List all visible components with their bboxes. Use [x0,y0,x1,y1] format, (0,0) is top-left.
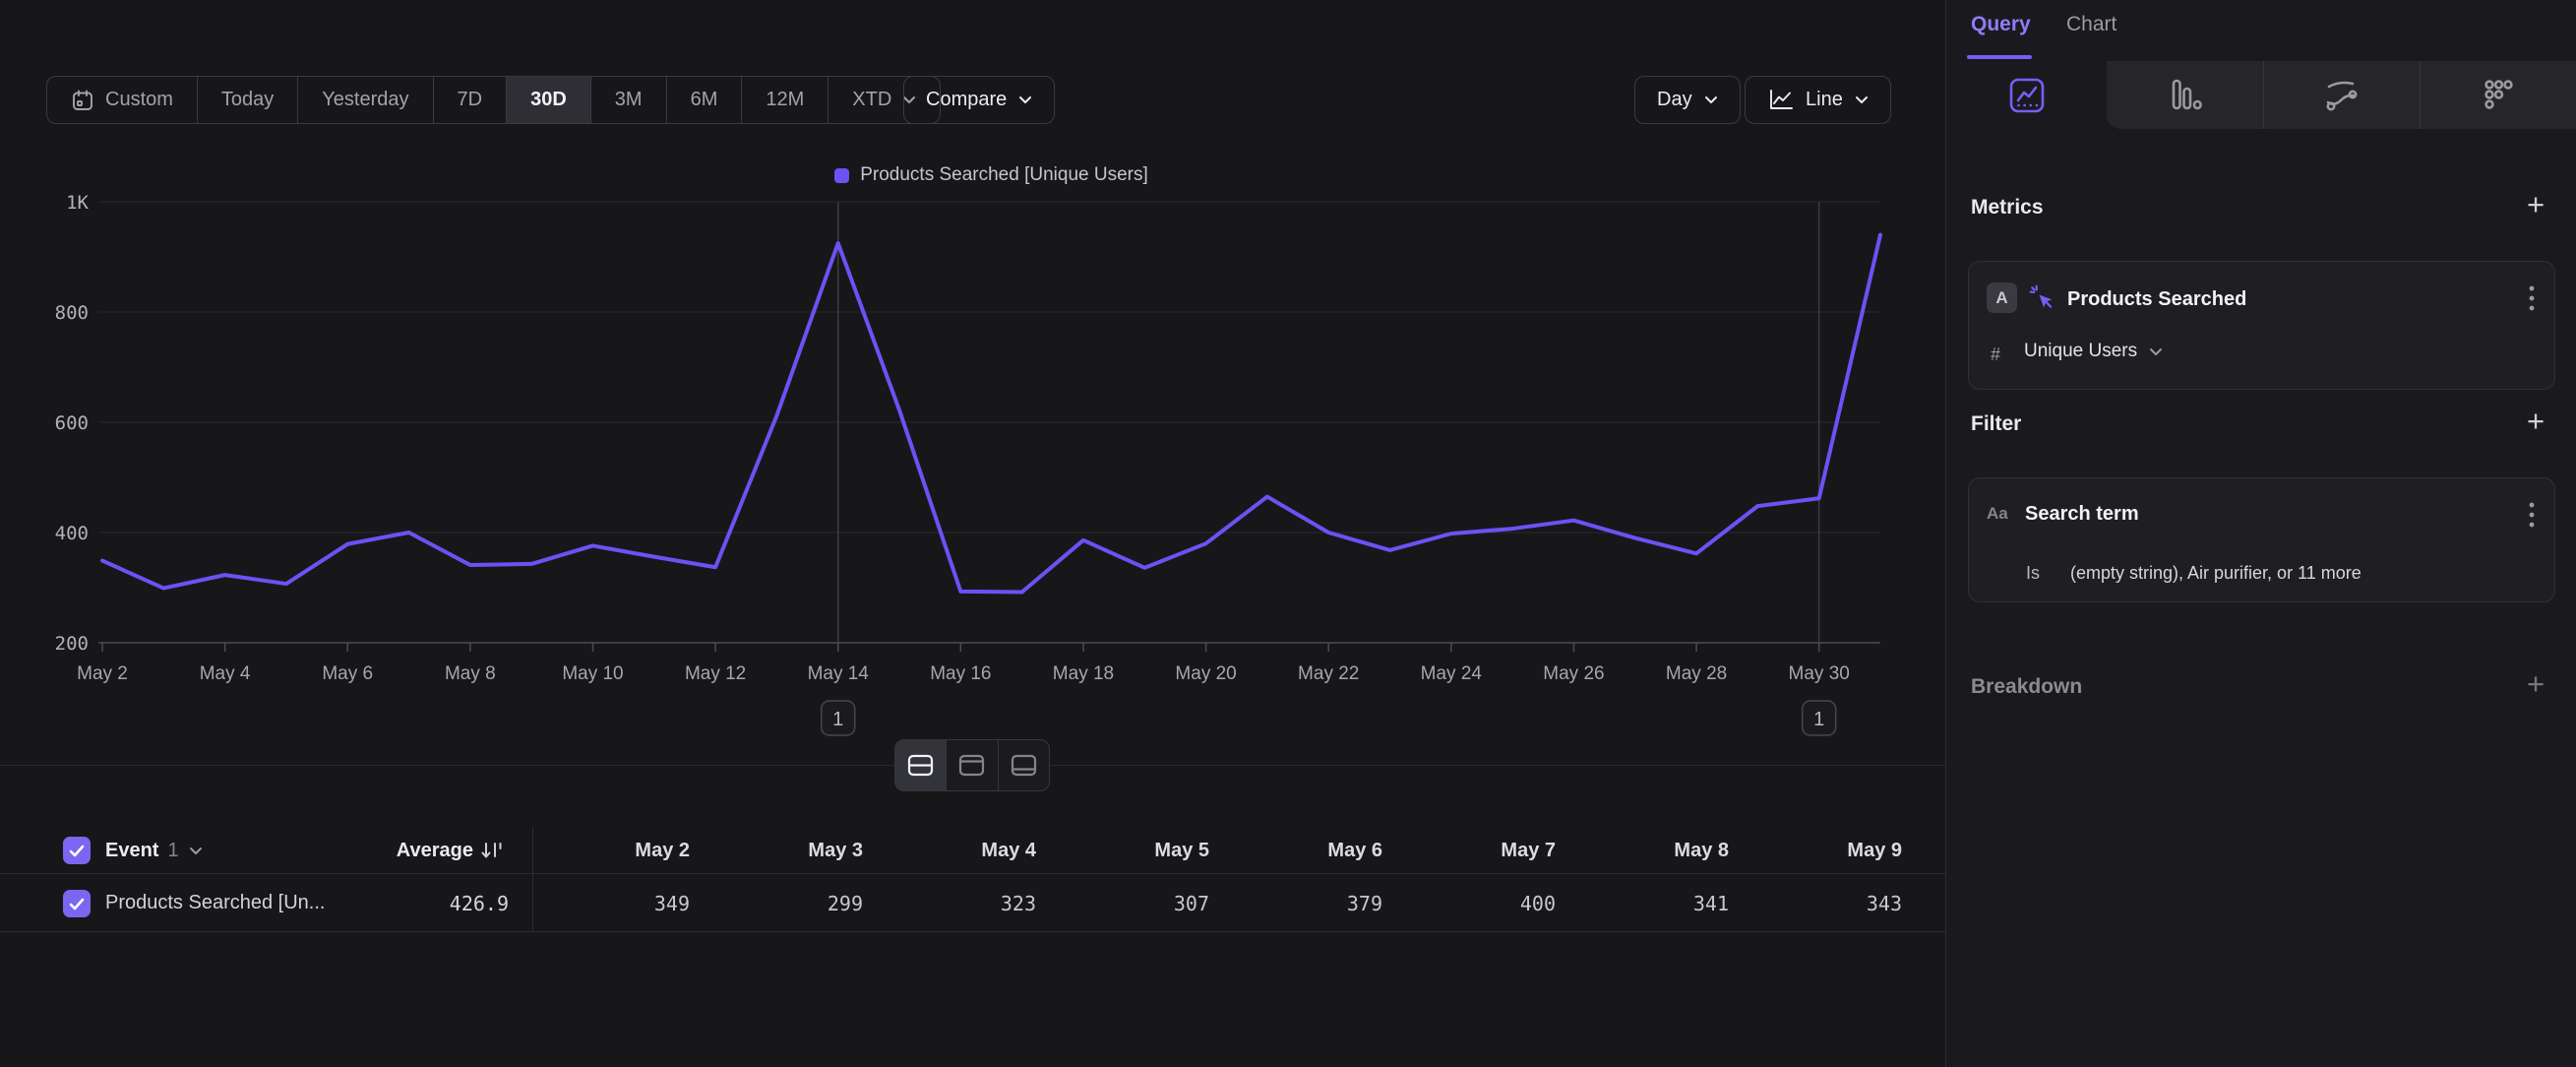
chevron-down-icon [189,847,203,855]
data-cell: 299 [715,874,863,932]
data-cell: 379 [1235,874,1382,932]
svg-text:May 24: May 24 [1421,663,1483,684]
sort-button[interactable] [480,840,504,861]
line-chart-icon [2006,75,2048,116]
svg-text:May 14: May 14 [808,663,870,684]
metric-name: Products Searched [2067,288,2246,311]
column-header: May 5 [1062,827,1209,874]
column-header: May 4 [889,827,1036,874]
filter-card[interactable]: Aa Search term Is (empty string), Air pu… [1968,477,2555,602]
filter-value[interactable]: (empty string), Air purifier, or 11 more [2070,563,2361,584]
main-area: Custom Today Yesterday 7D 30D 3M 6M 12M … [0,0,1945,1067]
svg-text:May 28: May 28 [1666,663,1727,684]
chart-type-strip [1946,61,2576,129]
svg-text:May 30: May 30 [1789,663,1850,684]
sort-descending-icon [480,840,504,861]
svg-text:400: 400 [55,523,89,544]
svg-text:1: 1 [832,709,843,730]
chart-type-flow-tab[interactable] [2263,61,2420,129]
layout-chart-only-button[interactable] [946,740,997,790]
hash-icon: # [1991,345,2000,365]
chart-type-bar-tab[interactable] [2107,61,2263,129]
svg-text:200: 200 [55,633,89,655]
query-panel: Query Chart [1945,0,2576,1067]
app-root: Custom Today Yesterday 7D 30D 3M 6M 12M … [0,0,2576,1067]
data-cell: 400 [1408,874,1556,932]
filter-heading: Filter [1971,412,2021,436]
table-only-icon [1011,754,1037,777]
svg-text:800: 800 [55,302,89,324]
svg-text:May 22: May 22 [1298,663,1359,684]
chart-type-line-tab[interactable] [1946,61,2107,129]
add-metric-button[interactable]: + [2521,190,2550,220]
add-breakdown-button[interactable]: + [2521,669,2550,699]
average-value: 426.9 [312,874,509,932]
svg-text:1K: 1K [66,192,89,214]
chevron-down-icon [2149,347,2163,356]
data-cell: 349 [542,874,690,932]
bar-chart-icon [2165,75,2206,116]
filter-kebab-menu[interactable] [2529,502,2537,528]
data-cell: 341 [1581,874,1729,932]
series-name: Products Searched [Un... [105,874,325,932]
event-dropdown[interactable]: Event 1 [105,827,203,874]
average-header: Average [397,840,473,862]
line-chart-canvas: 200 400 600 800 1K May 2 May 4 May 6 May 8 May 10… [0,0,1945,768]
column-header: May 2 [542,827,690,874]
results-table: Event 1 Average May 2 May 3 [0,827,1945,932]
measure-dropdown[interactable]: Unique Users [2024,341,2163,362]
metric-kebab-menu[interactable] [2529,285,2537,311]
filter-operator[interactable]: Is [2026,563,2040,584]
svg-text:May 10: May 10 [562,663,623,684]
string-property-icon: Aa [1987,504,2008,524]
metrics-heading: Metrics [1971,196,2044,220]
event-checkbox[interactable] [63,837,91,864]
column-header: May 8 [1581,827,1729,874]
svg-text:May 26: May 26 [1543,663,1604,684]
column-header: May 7 [1408,827,1556,874]
svg-text:May 4: May 4 [200,663,251,684]
check-icon [69,845,85,857]
chart-only-icon [958,754,985,777]
flow-chart-icon [2321,75,2362,116]
breakdown-heading: Breakdown [1971,675,2082,699]
svg-text:May 20: May 20 [1175,663,1236,684]
split-view-icon [907,754,934,777]
layout-table-only-button[interactable] [998,740,1049,790]
data-cell: 323 [889,874,1036,932]
filter-property-name: Search term [2025,503,2139,526]
add-filter-button[interactable]: + [2521,407,2550,436]
chart-type-dots-grid-tab[interactable] [2420,61,2576,129]
svg-text:May 12: May 12 [685,663,746,684]
metric-card[interactable]: A Products Searched # Unique Users [1968,261,2555,390]
svg-text:1: 1 [1813,709,1824,730]
active-tab-underline [1967,55,2032,59]
table-header-row: Event 1 Average May 2 May 3 [0,827,1945,874]
svg-text:May 16: May 16 [930,663,991,684]
dots-grid-icon [2478,75,2519,116]
tab-chart[interactable]: Chart [2066,13,2116,36]
svg-text:May 2: May 2 [77,663,128,684]
column-header: May 9 [1754,827,1902,874]
series-checkbox[interactable] [63,890,91,917]
svg-text:May 8: May 8 [445,663,496,684]
column-header: May 3 [715,827,863,874]
layout-toggle-group [894,739,1050,791]
column-header: May 6 [1235,827,1382,874]
table-row: Products Searched [Un... 426.9 349 299 3… [0,874,1945,932]
tab-query[interactable]: Query [1971,13,2031,36]
layout-split-view-button[interactable] [895,740,946,790]
svg-text:600: 600 [55,412,89,434]
data-cell: 307 [1062,874,1209,932]
check-icon [69,898,85,910]
metric-badge: A [1987,282,2017,313]
svg-text:May 18: May 18 [1053,663,1114,684]
event-cursor-icon [2029,284,2056,312]
svg-text:May 6: May 6 [322,663,373,684]
data-cell: 343 [1754,874,1902,932]
